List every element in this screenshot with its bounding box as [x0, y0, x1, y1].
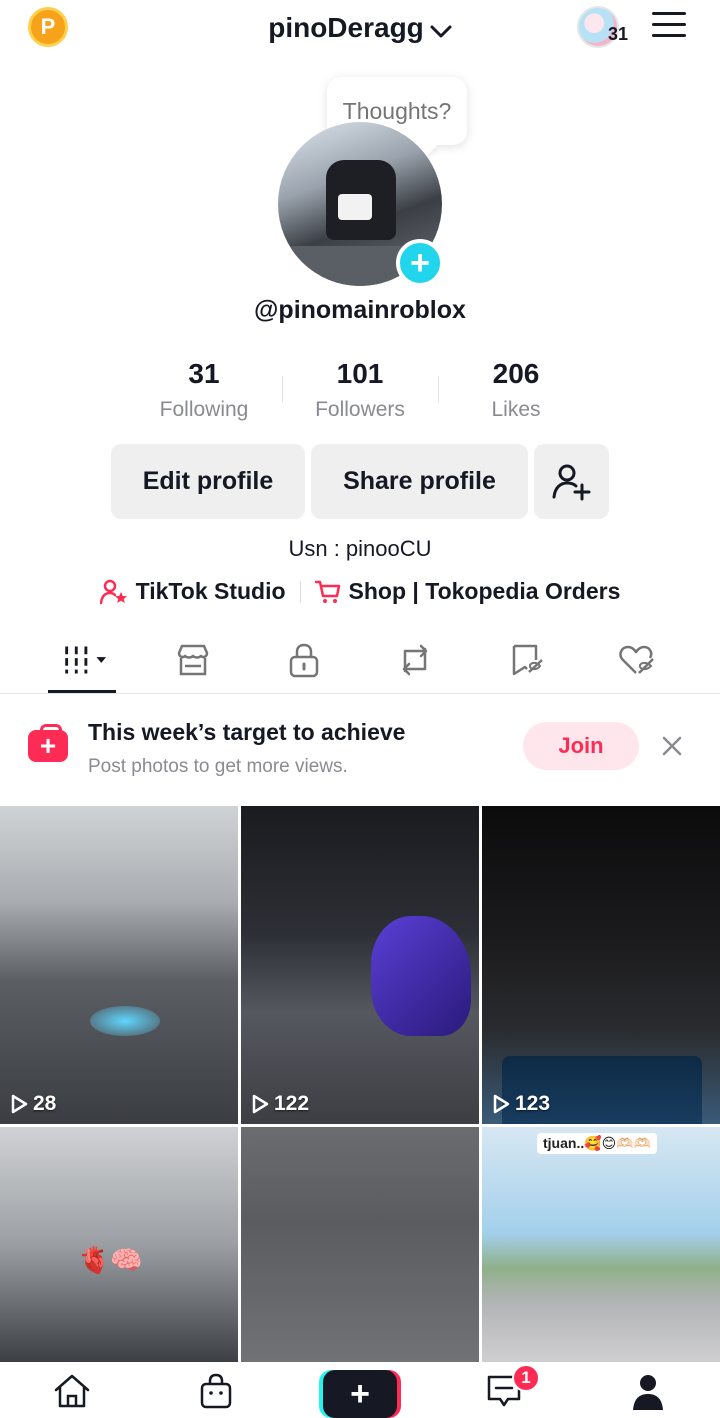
video-grid: 28 122 123 🫀🧠 tjuan..🥰😊🫶🏻🫶🏻 — [0, 806, 720, 1362]
avatar-face — [338, 194, 372, 220]
studio-label: TikTok Studio — [135, 578, 286, 604]
thumbnail-art — [90, 1006, 160, 1036]
view-count: 28 — [10, 1092, 56, 1116]
stat-label: Likes — [491, 398, 541, 421]
tab-favorites[interactable] — [502, 640, 552, 680]
video-thumbnail[interactable]: 123 — [482, 806, 720, 1124]
chevron-down-icon — [430, 14, 452, 46]
shopping-bag-icon — [200, 1373, 232, 1409]
add-photo-plus-icon[interactable]: + — [396, 239, 444, 287]
add-friend-button[interactable] — [534, 444, 609, 519]
plus-bag-icon: + — [28, 724, 68, 762]
play-icon — [252, 1094, 269, 1114]
edit-profile-button[interactable]: Edit profile — [111, 444, 305, 519]
bottom-nav: + 1 — [0, 1362, 720, 1418]
stat-value: 101 — [336, 358, 384, 389]
profile-stats: 31 Following 101 Followers 206 Likes — [126, 358, 594, 428]
shop-icon — [177, 644, 209, 676]
play-icon — [11, 1094, 28, 1114]
banner-subtitle: Post photos to get more views. — [88, 756, 348, 777]
view-count: 123 — [492, 1092, 550, 1116]
profile-tabs — [0, 630, 720, 694]
profile-handle: @pinomainroblox — [254, 296, 466, 324]
video-thumbnail[interactable]: 🫀🧠 — [0, 1127, 238, 1362]
weekly-target-banner: + This week’s target to achieve Post pho… — [0, 696, 720, 806]
tab-reposts[interactable] — [390, 640, 440, 680]
lock-icon — [289, 643, 319, 678]
favorites-icon — [512, 644, 543, 676]
top-bar: P pinoDeragg 31 — [0, 0, 720, 56]
close-icon[interactable] — [658, 732, 686, 760]
menu-icon[interactable] — [652, 12, 686, 38]
view-count-value: 28 — [33, 1092, 57, 1115]
tiktok-studio-link[interactable]: TikTok Studio — [99, 578, 286, 605]
stat-value: 31 — [188, 358, 220, 389]
bio-text: Usn : pinooCU — [288, 536, 432, 561]
share-profile-button[interactable]: Share profile — [311, 444, 528, 519]
friends-count: 31 — [608, 24, 629, 44]
tab-liked[interactable] — [612, 640, 662, 680]
video-thumbnail[interactable]: 28 — [0, 806, 238, 1124]
video-thumbnail[interactable]: tjuan..🥰😊🫶🏻🫶🏻 — [482, 1127, 720, 1362]
view-count: 122 — [251, 1092, 309, 1116]
stat-label: Following — [159, 398, 249, 421]
stat-label: Followers — [315, 398, 405, 421]
active-tab-indicator — [48, 690, 116, 693]
banner-title: This week’s target to achieve — [88, 719, 406, 745]
stat-value: 206 — [492, 358, 540, 389]
stat-following[interactable]: 31 Following — [126, 358, 282, 428]
play-icon — [493, 1094, 510, 1114]
thumbnail-art — [371, 916, 471, 1036]
nav-profile[interactable] — [618, 1372, 678, 1416]
thumbnail-caption: tjuan..🥰😊🫶🏻🫶🏻 — [537, 1133, 658, 1154]
repost-icon — [402, 644, 428, 676]
tab-private[interactable] — [279, 640, 329, 680]
nav-home[interactable] — [42, 1372, 102, 1416]
profile-links: TikTok Studio Shop | Tokopedia Orders — [0, 578, 720, 605]
join-button[interactable]: Join — [523, 722, 639, 770]
tab-shop[interactable] — [168, 640, 218, 680]
home-icon — [54, 1374, 90, 1408]
studio-user-star-icon — [99, 579, 127, 604]
link-divider — [299, 580, 301, 603]
view-count-value: 123 — [515, 1092, 551, 1115]
video-thumbnail[interactable] — [241, 1127, 479, 1362]
stat-likes[interactable]: 206 Likes — [438, 358, 594, 428]
cart-icon — [314, 580, 340, 603]
nav-shop[interactable] — [186, 1372, 246, 1416]
video-thumbnail[interactable]: 122 — [241, 806, 479, 1124]
thumbnail-emoji: 🫀🧠 — [78, 1245, 143, 1275]
profile-icon — [633, 1375, 663, 1410]
stat-followers[interactable]: 101 Followers — [282, 358, 438, 428]
shop-label: Shop | Tokopedia Orders — [348, 578, 621, 604]
view-count-value: 122 — [274, 1092, 310, 1115]
shop-orders-link[interactable]: Shop | Tokopedia Orders — [314, 578, 621, 605]
add-user-icon — [552, 464, 590, 500]
videos-grid-icon — [65, 646, 107, 674]
liked-icon — [619, 645, 654, 674]
tab-videos[interactable] — [58, 640, 108, 680]
inbox-badge: 1 — [512, 1364, 540, 1392]
create-plus-button[interactable]: + — [323, 1370, 397, 1418]
username-label: pinoDeragg — [268, 12, 424, 43]
